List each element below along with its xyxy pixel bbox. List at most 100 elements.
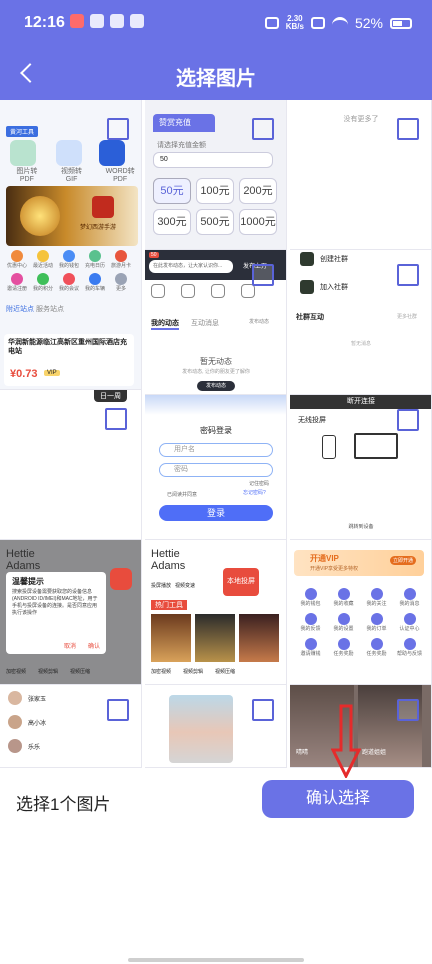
checkbox-icon[interactable]: [397, 118, 419, 140]
checkbox-icon[interactable]: [252, 118, 274, 140]
checkbox-icon[interactable]: [397, 264, 419, 286]
amount-option[interactable]: 1000元: [239, 209, 277, 235]
tab-interactions[interactable]: 互动消息: [191, 318, 219, 330]
permission-dialog: 温馨提示 搜索投屏设备需要获取您的设备信息(ANDROID ID/IMEI)和M…: [6, 572, 106, 654]
vip-open[interactable]: 立即开通: [389, 556, 416, 565]
tile6-label: 日一周: [94, 390, 127, 402]
image-tile-14[interactable]: 晴晴 跑道姐姐: [290, 685, 432, 768]
image-tile-8[interactable]: 断开连接 无线投屏 跳转到设备: [290, 395, 432, 540]
publish-link[interactable]: 发布动态: [249, 318, 269, 325]
vip-sub: 开通VIP享受更多特权: [310, 566, 359, 572]
image-tile-6[interactable]: 日一周: [0, 390, 142, 540]
post-bubble: 在此发布动态，让大家认识你...: [149, 260, 233, 273]
video-name: 跑道姐姐: [362, 750, 387, 756]
confirm-button[interactable]: 确认选择: [262, 780, 414, 818]
app-logo: 本地投屏: [223, 568, 259, 596]
avatar: [8, 739, 22, 753]
tile4-empty-sub: 发布动态, 让你的朋友更了解你: [182, 369, 250, 375]
tile1-icon-label: 邀请注册: [6, 286, 27, 292]
tab-my-posts[interactable]: 我的动态: [151, 318, 179, 330]
tile2-hint: 请选择充值金额: [157, 142, 206, 149]
image-tile-10[interactable]: Hettie Adams 本地投屏 投屏播放 视频变速 热门工具 加密视频 视频…: [145, 540, 287, 685]
tile11-item: 帮助与反馈: [396, 651, 422, 657]
system-indicators: 2.30 KB/s 52%: [264, 15, 412, 31]
tile1-icon-label: 充电日历: [84, 263, 105, 269]
image-tile-13[interactable]: [145, 685, 287, 768]
forgot-password[interactable]: 忘记密码?: [243, 489, 266, 496]
notification-icons: [70, 14, 144, 28]
image-tile-7[interactable]: 密码登录 用户名 密码 记住密码 忘记密码? 已阅读并同意 登录: [145, 395, 287, 540]
vip-title: 开通VIP: [310, 554, 339, 563]
network-speed: 2.30 KB/s: [286, 15, 304, 31]
contact-name: 张家玉: [28, 696, 47, 703]
station-name: 华润新能源临江高新区重州国际酒店充电站: [8, 339, 127, 355]
image-grid[interactable]: 黄河工具 图片转PDF 视频转GIF WORD转PDF 梦幻西游手游 优惠中心 …: [0, 100, 432, 768]
phone-icon: [322, 435, 336, 459]
checkbox-icon[interactable]: [397, 409, 419, 431]
tile4-empty: 暂无动态: [200, 357, 232, 366]
tile1-icon-label: 我的车辆: [84, 286, 105, 292]
checkbox-icon[interactable]: [107, 699, 129, 721]
tile9-label: 视频剪辑: [38, 669, 59, 675]
tile1-item: 图片转PDF: [16, 168, 38, 183]
tile11-item: 认证中心: [399, 626, 420, 632]
amount-option[interactable]: 50元: [153, 178, 191, 204]
create-community[interactable]: 创建社群: [320, 254, 348, 264]
agree-terms[interactable]: 已阅读并同意: [167, 491, 197, 498]
checkbox-icon[interactable]: [107, 118, 129, 140]
tile1-icon-label: 我的会议: [58, 286, 79, 292]
amount-option[interactable]: 500元: [196, 209, 234, 235]
amount-input[interactable]: 50: [153, 152, 273, 168]
amount-option[interactable]: 300元: [153, 209, 191, 235]
video-name: 晴晴: [296, 750, 309, 756]
username-input[interactable]: 用户名: [159, 443, 273, 457]
image-tile-2[interactable]: 赞赏充值 请选择充值金额 50 50元 100元 200元 300元 500元 …: [145, 100, 287, 250]
tile11-item: 我的收藏: [333, 601, 354, 607]
tile11-item: 任务奖励: [333, 651, 354, 657]
image-tile-11[interactable]: 开通VIP 开通VIP享受更多特权 立即开通 我的钱包 我的收藏 我的关注 我的…: [290, 540, 432, 685]
footer-bar: 选择1个图片 确认选择: [0, 704, 432, 964]
login-title: 密码登录: [200, 426, 232, 435]
image-tile-5[interactable]: 创建社群 加入社群 社群互动 更多社群 暂无消息: [290, 250, 432, 395]
amount-option[interactable]: 100元: [196, 178, 234, 204]
vip-badge: VIP: [44, 370, 60, 376]
login-button[interactable]: 登录: [159, 505, 273, 521]
image-tile-1[interactable]: 黄河工具 图片转PDF 视频转GIF WORD转PDF 梦幻西游手游 优惠中心 …: [0, 100, 142, 390]
checkbox-icon[interactable]: [105, 408, 127, 430]
dialog-body: 搜索投屏设备需要获取您的设备信息(ANDROID ID/IMEI)和MAC地址，…: [12, 589, 98, 616]
tile1-icon-label: 我的积分: [32, 286, 53, 292]
vip-card: 开通VIP 开通VIP享受更多特权 立即开通: [294, 550, 424, 576]
remember-password[interactable]: 记住密码: [249, 480, 269, 487]
red-arrow-icon: [331, 704, 361, 778]
app-header: 选择图片: [0, 50, 432, 100]
community-more[interactable]: 更多社群: [397, 313, 417, 320]
join-community[interactable]: 加入社群: [320, 282, 348, 292]
status-bar: 12:16 2.30 KB/s 52%: [0, 0, 432, 50]
image-tile-3[interactable]: 没有更多了: [290, 100, 432, 250]
community-section: 社群互动: [296, 314, 324, 321]
amount-option[interactable]: 200元: [239, 178, 277, 204]
tile1-section-title: 黄河工具: [6, 126, 39, 137]
tile11-item: 我的钱包: [300, 601, 321, 607]
publish-button[interactable]: 发布动态: [197, 381, 235, 391]
tile2-tab: 赞赏充值: [153, 114, 215, 132]
tile11-item: 任务奖励: [366, 651, 387, 657]
dialog-cancel[interactable]: 取消: [64, 641, 76, 650]
checkbox-icon[interactable]: [252, 264, 274, 286]
disconnect-banner[interactable]: 断开连接: [290, 395, 431, 409]
tile1-item: WORD转PDF: [105, 168, 135, 183]
network-speed-unit: KB/s: [285, 22, 304, 31]
tile9-brand: Hettie Adams: [6, 548, 41, 572]
password-input[interactable]: 密码: [159, 463, 273, 477]
image-tile-12[interactable]: 张家玉 高小冰 乐乐: [0, 685, 142, 768]
checkbox-icon[interactable]: [397, 699, 419, 721]
selected-count: 选择1个图片: [16, 795, 111, 814]
avatar: [8, 715, 22, 729]
tile1-icon-label: 我的钱包: [58, 263, 79, 269]
tile10-label: 视频压缩: [215, 669, 236, 675]
tile5-empty: 暂无消息: [350, 341, 371, 347]
dialog-ok[interactable]: 确认: [88, 641, 100, 650]
checkbox-icon[interactable]: [252, 699, 274, 721]
image-tile-9[interactable]: Hettie Adams 温馨提示 搜索投屏设备需要获取您的设备信息(ANDRO…: [0, 540, 142, 685]
image-tile-4[interactable]: 在此发布动态，让大家认识你... 50 发布上万 我的动态 互动消息 发布动态 …: [145, 250, 287, 395]
